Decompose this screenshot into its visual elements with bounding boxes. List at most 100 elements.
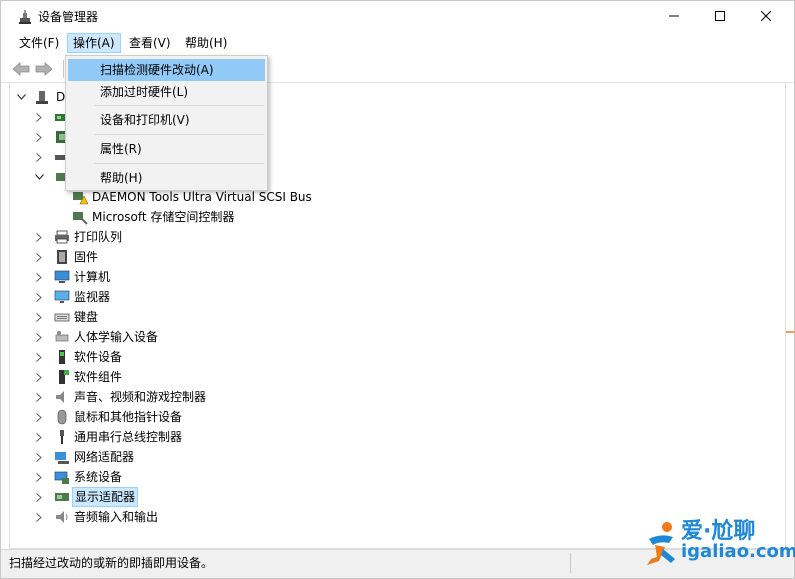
tree-category-item[interactable]: 鼠标和其他指针设备 [32,407,432,427]
tree-category-item[interactable]: 软件组件 [32,367,432,387]
display-adapter-icon [55,493,69,501]
minimize-icon [669,15,679,17]
watermark-domain: igaliao.com [681,541,795,562]
chevron-right-icon[interactable] [34,107,44,127]
menu-separator [94,163,264,164]
menu-file[interactable]: 文件(F) [13,33,65,53]
close-button[interactable] [743,1,789,31]
tree-category-label: 软件设备 [74,350,123,364]
firmware-icon [57,250,67,264]
tree-item-microsoft-storage[interactable]: Microsoft 存储空间控制器 [72,207,372,227]
status-text: 扫描经过改动的或新的即插即用设备。 [9,556,214,570]
chevron-right-icon[interactable] [34,307,44,327]
chevron-right-icon[interactable] [34,127,44,147]
chevron-right-icon[interactable] [34,387,44,407]
audio-io-icon [56,511,68,523]
tree-category-item[interactable]: 系统设备 [32,467,432,487]
back-button[interactable] [11,59,31,79]
maximize-button[interactable] [697,1,743,31]
storage-controller-warning-icon [73,192,88,205]
action-menu-dropdown: 扫描检测硬件改动(A) 添加过时硬件(L) 设备和打印机(V) 属性(R) 帮助… [65,55,268,191]
software-component-icon [59,370,69,384]
chevron-right-icon[interactable] [34,467,44,487]
tree-category-label: 计算机 [74,270,111,284]
chevron-right-icon[interactable] [34,427,44,447]
status-divider [570,553,571,573]
chevron-right-icon[interactable] [34,407,44,427]
chevron-right-icon[interactable] [34,267,44,287]
close-icon [761,11,771,21]
chevron-right-icon[interactable] [34,367,44,387]
back-arrow-icon [12,62,30,76]
tree-category-label: 打印队列 [74,230,123,244]
storage-controller-icon [73,212,88,225]
tree-category-label: 监视器 [74,290,111,304]
menu-help-item[interactable]: 帮助(H) [68,167,265,189]
menu-separator [94,105,264,106]
tree-category-item[interactable]: 显示适配器 [32,487,432,507]
chevron-right-icon[interactable] [34,247,44,267]
title-bar: 设备管理器 [1,1,794,31]
watermark-logo: 爱·尬聊 igaliao.com [641,511,795,573]
tree-category-item[interactable]: 人体学输入设备 [32,327,432,347]
chevron-right-icon[interactable] [34,147,44,167]
menu-add-legacy-hardware[interactable]: 添加过时硬件(L) [68,81,265,103]
tree-category-label: 键盘 [74,310,99,324]
tree-category-item[interactable]: 网络适配器 [32,447,432,467]
tree-category-label: 通用串行总线控制器 [74,430,183,444]
chevron-right-icon[interactable] [34,287,44,307]
tree-category-item[interactable]: 键盘 [32,307,432,327]
window-title: 设备管理器 [38,10,99,24]
tree-category-item[interactable]: 固件 [32,247,432,267]
software-device-icon [59,350,65,364]
menu-bar: 文件(F) 操作(A) 查看(V) 帮助(H) [1,31,794,55]
chevron-right-icon[interactable] [34,327,44,347]
tree-category-label: 系统设备 [74,470,123,484]
tree-category-item[interactable]: 监视器 [32,287,432,307]
chevron-down-icon[interactable] [16,87,26,107]
forward-arrow-icon [35,62,53,76]
tree-category-label: 人体学输入设备 [74,330,159,344]
keyboard-icon [54,313,70,322]
menu-scan-hardware[interactable]: 扫描检测硬件改动(A) [68,59,265,81]
forward-button[interactable] [34,59,54,79]
mouse-icon [57,409,67,425]
device-manager-window: 设备管理器 文件(F) 操作(A) 查看(V) 帮助(H) DAEMON Too… [0,0,795,579]
tree-category-item[interactable]: 软件设备 [32,347,432,367]
chevron-right-icon[interactable] [34,347,44,367]
menu-devices-printers[interactable]: 设备和打印机(V) [68,109,265,131]
tree-category-item[interactable]: 通用串行总线控制器 [32,427,432,447]
chevron-down-icon[interactable] [34,167,44,187]
chevron-right-icon[interactable] [34,487,44,507]
system-device-icon [54,471,69,484]
monitor-icon [54,290,70,303]
watermark-figure-icon [647,522,675,565]
toolbar-separator [63,60,64,78]
printer-icon [55,230,69,244]
menu-separator [94,134,264,135]
computer-icon [54,270,70,283]
usb-icon [60,430,64,444]
minimize-button[interactable] [651,1,697,31]
tree-category-item[interactable]: 音频输入和输出 [32,507,432,527]
tree-category-item[interactable]: 计算机 [32,267,432,287]
tree-category-label: 固件 [74,250,99,264]
tree-category-item[interactable]: 打印队列 [32,227,432,247]
network-adapter-icon [55,452,69,464]
tree-item-label: Microsoft 存储空间控制器 [92,210,235,224]
hid-icon [55,331,69,342]
menu-view[interactable]: 查看(V) [123,33,177,53]
chevron-right-icon[interactable] [34,507,44,527]
chevron-right-icon[interactable] [34,447,44,467]
tree-category-label: 声音、视频和游戏控制器 [74,390,207,404]
speaker-icon [56,391,64,403]
menu-properties[interactable]: 属性(R) [68,138,265,160]
tree-category-label: 鼠标和其他指针设备 [74,410,183,424]
chevron-right-icon[interactable] [34,227,44,247]
maximize-icon [715,11,725,21]
tree-category-item[interactable]: 声音、视频和游戏控制器 [32,387,432,407]
computer-tower-icon [36,91,48,104]
menu-help[interactable]: 帮助(H) [179,33,233,53]
menu-action[interactable]: 操作(A) [67,33,121,53]
tree-category-label: 显示适配器 [72,487,139,507]
